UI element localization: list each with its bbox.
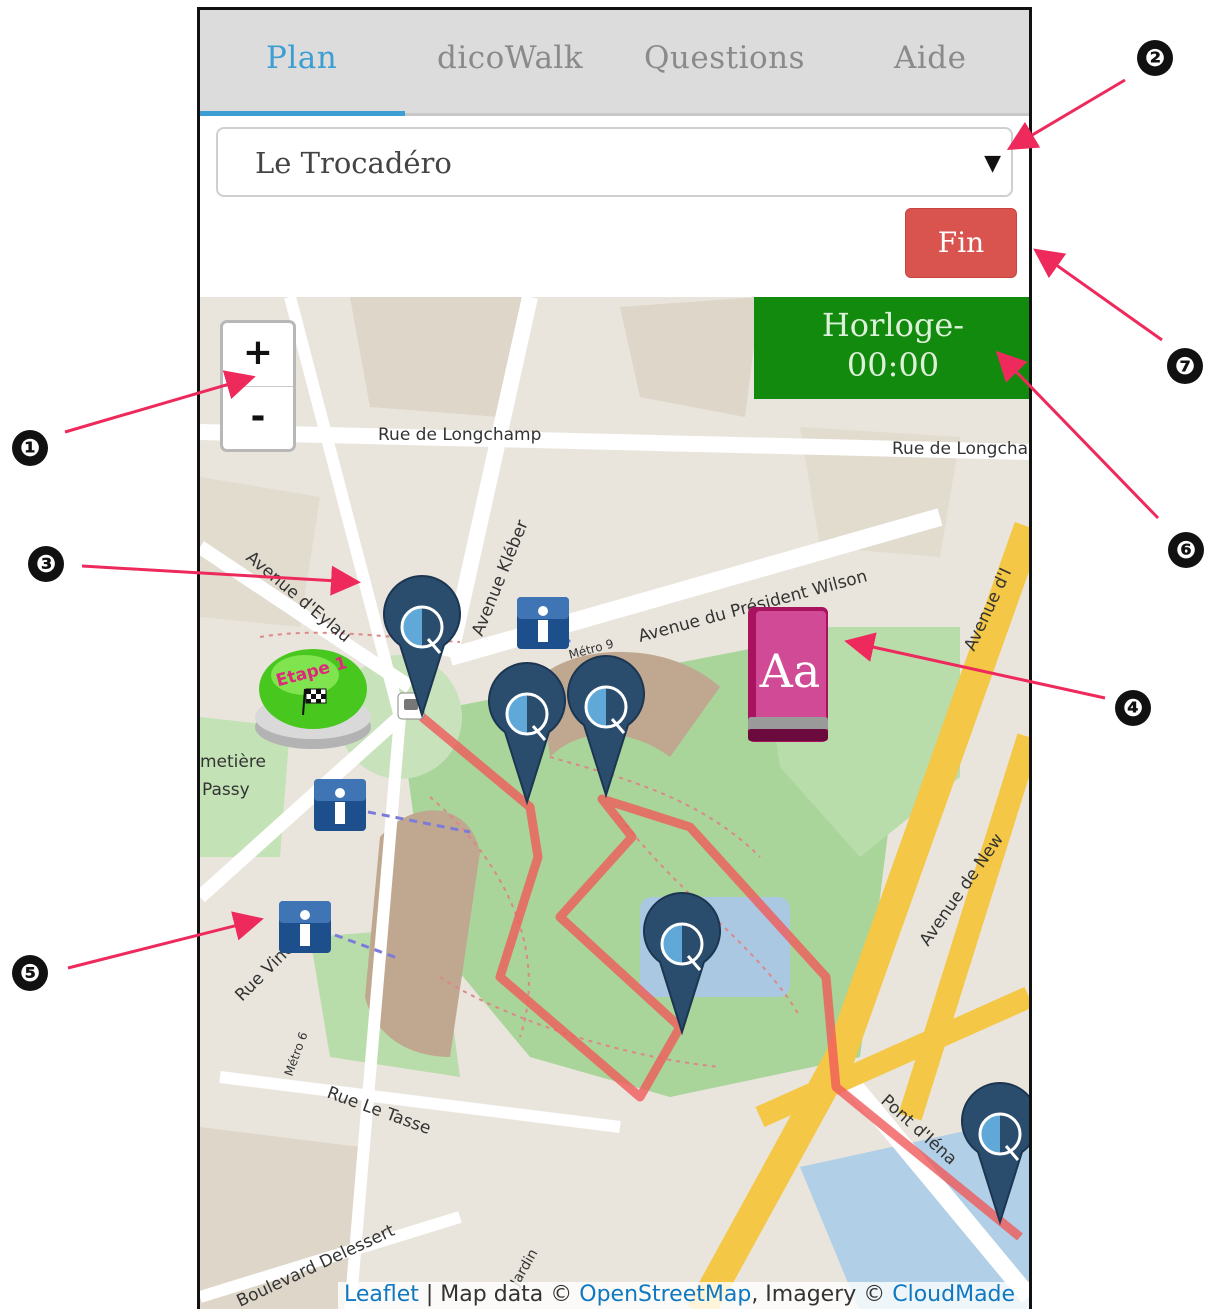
timer-label: Horloge-	[821, 306, 965, 344]
map-view[interactable]: Rue de Longchamp Rue de Longcha Avenue K…	[200, 297, 1029, 1309]
app-frame: Plan dicoWalk Questions Aide Le Trocadér…	[197, 7, 1032, 1309]
dropdown-arrow-icon: ▼	[984, 151, 1001, 176]
callout-6: ❻	[1168, 532, 1204, 568]
location-select-value: Le Trocadéro	[255, 146, 452, 180]
cloudmade-link[interactable]: CloudMade	[892, 1282, 1015, 1307]
attribution-text: | Map data ©	[418, 1282, 580, 1307]
location-select[interactable]: Le Trocadéro ▼	[216, 127, 1013, 197]
callout-7: ❼	[1167, 348, 1203, 384]
osm-link[interactable]: OpenStreetMap	[579, 1282, 751, 1307]
tab-bar: Plan dicoWalk Questions Aide	[200, 10, 1029, 116]
question-marker[interactable]	[642, 891, 722, 1034]
timer-value: 00:00	[846, 346, 940, 384]
callout-5: ❺	[12, 955, 48, 991]
info-marker[interactable]	[517, 597, 569, 649]
callout-4: ❹	[1115, 690, 1151, 726]
callout-3: ❸	[28, 546, 64, 582]
question-marker[interactable]	[960, 1081, 1029, 1224]
map-attribution: Leaflet | Map data © OpenStreetMap, Imag…	[338, 1282, 1029, 1309]
zoom-out-button[interactable]: -	[223, 387, 293, 450]
tab-plan[interactable]: Plan	[266, 40, 337, 76]
dictionary-book-icon[interactable]: Aa	[748, 607, 828, 742]
callout-1: ❶	[12, 430, 48, 466]
zoom-control: + -	[220, 320, 296, 452]
question-marker[interactable]	[382, 574, 462, 717]
callout-2: ❷	[1137, 40, 1173, 76]
attribution-text: , Imagery ©	[751, 1282, 893, 1307]
info-marker[interactable]	[279, 901, 331, 953]
tab-aide[interactable]: Aide	[894, 40, 967, 76]
dictionary-icon-text: Aa	[759, 644, 821, 698]
fin-button[interactable]: Fin	[905, 208, 1017, 278]
info-marker[interactable]	[314, 779, 366, 831]
zoom-in-button[interactable]: +	[223, 323, 293, 387]
timer-display: Horloge- 00:00	[754, 297, 1029, 399]
tab-questions[interactable]: Questions	[644, 40, 805, 76]
leaflet-link[interactable]: Leaflet	[344, 1282, 419, 1307]
stage-start-marker[interactable]: Etape 1	[255, 649, 371, 749]
active-tab-indicator	[200, 111, 405, 116]
question-marker[interactable]	[487, 661, 567, 804]
question-marker[interactable]	[566, 654, 646, 797]
markers-layer: Etape 1 Aa	[255, 574, 1029, 1224]
tab-dicowalk[interactable]: dicoWalk	[437, 40, 583, 76]
